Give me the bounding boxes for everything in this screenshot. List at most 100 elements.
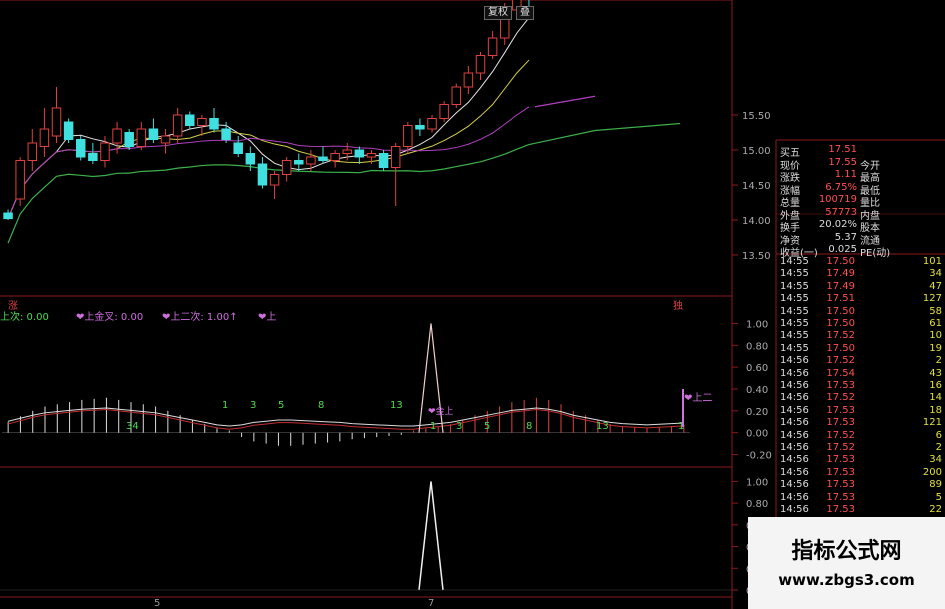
count-label: 13 xyxy=(390,400,403,411)
tick-volume: 89 xyxy=(929,479,942,491)
tick-price: 17.50 xyxy=(826,305,855,317)
candle-body xyxy=(124,132,134,147)
candle-body xyxy=(136,128,147,147)
tick-volume: 121 xyxy=(922,417,942,429)
tick-time: 14:55 xyxy=(780,305,809,317)
price-axis-label: 15.00 xyxy=(742,146,771,157)
candle-body xyxy=(269,174,280,186)
price-axis-label: 14.00 xyxy=(742,216,771,227)
indicator-axis-label: 0.20 xyxy=(746,407,768,418)
candle-body xyxy=(257,163,268,186)
moving-average-line xyxy=(7,17,530,219)
quote-value: 0.025 xyxy=(828,244,857,255)
candle-body xyxy=(475,55,486,74)
tick-volume: 101 xyxy=(922,256,942,267)
moving-average-lines xyxy=(7,17,681,244)
price-axis-label: 14.50 xyxy=(742,181,771,192)
quote-value: 5.37 xyxy=(834,231,857,243)
candle-body xyxy=(51,107,62,137)
candle-body xyxy=(148,128,159,140)
spike-label-small: ❤金上 xyxy=(428,407,454,417)
legend-item-4: ❤上 xyxy=(258,312,277,323)
count-label: 8 xyxy=(526,421,533,432)
bottom-axis-label: 5 xyxy=(154,598,161,609)
candle-body xyxy=(342,149,352,154)
tick-price: 17.49 xyxy=(826,268,855,280)
tick-time: 14:56 xyxy=(780,429,809,441)
tick-volume: 18 xyxy=(929,404,942,416)
tick-time: 14:55 xyxy=(780,318,809,329)
quote-value: 20.02% xyxy=(818,219,857,230)
candle-body xyxy=(233,142,243,154)
tick-price: 17.53 xyxy=(826,466,855,478)
candle-body xyxy=(487,37,498,56)
indicator-axis-label: 0.80 xyxy=(746,341,768,352)
tick-time: 14:55 xyxy=(780,268,809,280)
tick-price: 17.52 xyxy=(826,442,855,453)
candle-body xyxy=(3,212,13,220)
tick-price: 17.52 xyxy=(826,355,855,367)
count-label: 1 xyxy=(678,421,685,432)
tick-time: 14:56 xyxy=(780,442,809,453)
indicator-line xyxy=(8,409,684,430)
candle-body xyxy=(75,139,86,158)
quote-value: 100719 xyxy=(818,194,857,205)
count-label: 34 xyxy=(126,421,139,432)
candle-body xyxy=(160,135,171,144)
tick-price: 17.53 xyxy=(826,491,855,503)
tick-time: 14:56 xyxy=(780,404,809,416)
tick-volume: 5 xyxy=(935,491,942,503)
candle-body xyxy=(318,156,328,161)
tick-time: 14:55 xyxy=(780,280,809,292)
candle-body xyxy=(415,125,425,130)
indicator-axis: 1.00 0.80 0.60 0.40 0.20 0.00 -0.20 xyxy=(732,319,772,462)
tick-price: 17.52 xyxy=(826,392,855,404)
tick-volume: 10 xyxy=(929,330,942,342)
tick-price: 17.52 xyxy=(826,330,855,342)
candlestick-series xyxy=(3,0,530,220)
tick-price: 17.50 xyxy=(826,256,855,267)
candle-body xyxy=(427,118,437,130)
moving-average-line xyxy=(7,59,530,219)
tick-volume: 22 xyxy=(929,504,942,515)
tick-price: 17.53 xyxy=(826,404,855,416)
candle-body xyxy=(306,156,316,165)
candle-body xyxy=(330,153,340,161)
tick-volume: 58 xyxy=(929,305,942,317)
tick-volume: 61 xyxy=(929,318,942,329)
candle-body xyxy=(100,142,110,161)
indicator-axis-label: 1.00 xyxy=(746,319,768,330)
quote-value: 57773 xyxy=(825,206,857,218)
tick-time: 14:55 xyxy=(780,293,809,305)
tick-volume: 14 xyxy=(929,392,942,404)
tick-time: 14:55 xyxy=(780,256,809,267)
candle-body xyxy=(112,128,122,144)
tick-price: 17.51 xyxy=(826,293,855,305)
tick-volume: 16 xyxy=(929,380,942,391)
count-label: 5 xyxy=(484,421,491,432)
tick-price: 17.50 xyxy=(826,318,855,329)
spike-line xyxy=(418,481,444,591)
moving-average-line xyxy=(7,122,681,244)
tick-time: 14:56 xyxy=(780,355,809,367)
tick-time: 14:55 xyxy=(780,330,809,342)
fuquan-button[interactable]: 复权 xyxy=(484,6,512,20)
quote-value: 1.11 xyxy=(834,169,857,180)
spike-axis-label: 0.80 xyxy=(746,499,768,510)
overlay-button[interactable]: 叠 xyxy=(516,6,534,20)
tick-time: 14:56 xyxy=(780,367,809,379)
tick-volume: 43 xyxy=(929,367,942,379)
candle-body xyxy=(39,128,50,147)
legend-item-2: ❤上金叉: 0.00 xyxy=(76,312,144,323)
candle-body xyxy=(439,104,449,119)
tick-volume: 2 xyxy=(935,442,942,453)
candle-body xyxy=(27,142,38,161)
tick-volume: 34 xyxy=(929,454,942,466)
tick-volume: 34 xyxy=(929,268,942,280)
candle-body xyxy=(221,128,231,140)
tick-volume: 19 xyxy=(929,342,942,354)
price-axis-label: 13.50 xyxy=(742,251,771,262)
bottom-axis-label: 7 xyxy=(428,598,435,609)
indicator-line xyxy=(8,407,684,427)
tick-time: 14:55 xyxy=(780,342,809,354)
